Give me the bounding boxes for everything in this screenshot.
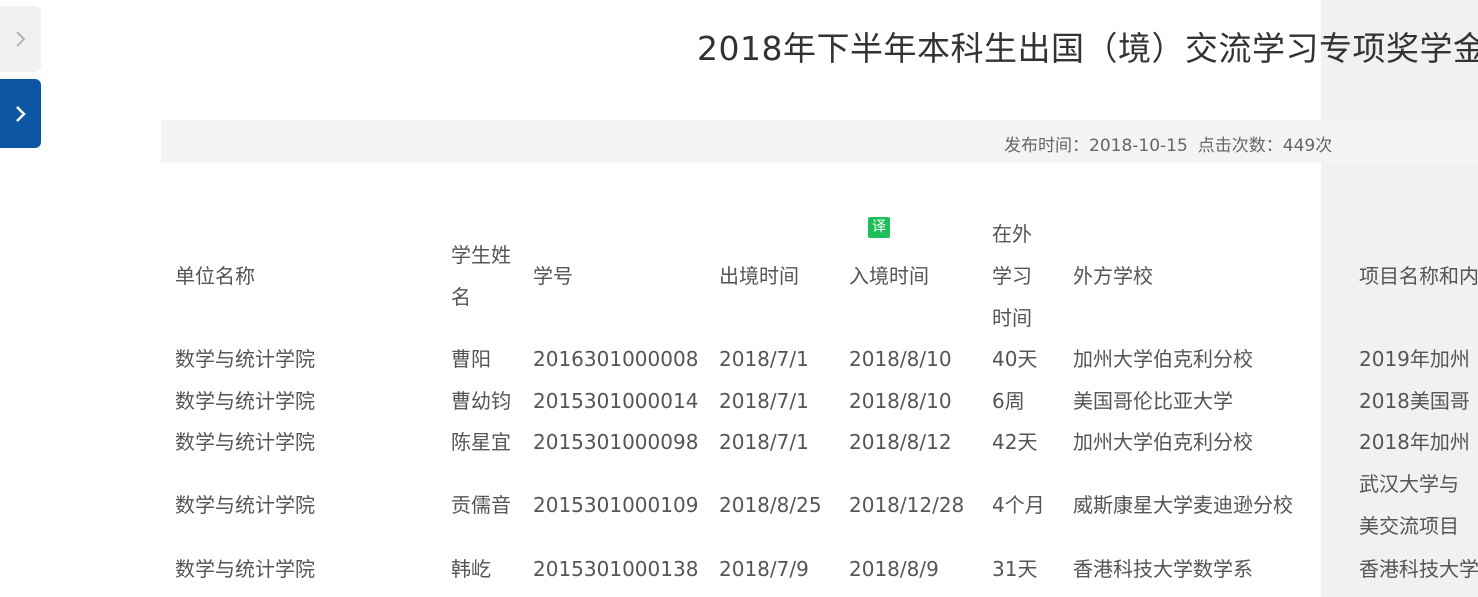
page-title: 2018年下半年本科生出国（境）交流学习专项奖学金	[697, 29, 1478, 68]
table-cell-school: 香港科技大学数学系	[1073, 557, 1253, 581]
header-entry-time: 入境时间	[849, 264, 929, 288]
table-cell-school: 威斯康星大学麦迪逊分校	[1073, 493, 1293, 517]
table-cell-exit: 2018/7/1	[719, 347, 809, 371]
table-cell-id: 2015301000109	[533, 493, 699, 517]
table-cell-entry: 2018/8/12	[849, 430, 952, 454]
table-cell-program: 2019年加州	[1359, 347, 1470, 371]
table-cell-name: 曹幼钧	[451, 389, 511, 413]
header-duration: 在外学习时间	[992, 222, 1032, 330]
table-cell-unit: 数学与统计学院	[175, 347, 315, 371]
header-student-name: 学生姓名	[451, 243, 511, 309]
table-cell-name: 韩屹	[451, 557, 491, 581]
table-cell-duration: 40天	[992, 347, 1038, 371]
table-cell-name: 曹阳	[451, 347, 491, 371]
table-cell-exit: 2018/7/1	[719, 430, 809, 454]
sidebar-next-button[interactable]	[0, 79, 41, 148]
table-cell-name: 陈星宜	[451, 430, 511, 454]
table-cell-entry: 2018/12/28	[849, 493, 965, 517]
header-program: 项目名称和内	[1359, 264, 1478, 288]
header-unit: 单位名称	[175, 264, 255, 288]
header-school: 外方学校	[1073, 264, 1153, 288]
header-student-id: 学号	[533, 264, 573, 288]
table-cell-entry: 2018/8/9	[849, 557, 939, 581]
table-cell-id: 2016301000008	[533, 347, 699, 371]
table-cell-id: 2015301000014	[533, 389, 699, 413]
table-cell-unit: 数学与统计学院	[175, 557, 315, 581]
chevron-right-icon	[15, 30, 27, 48]
header-exit-time: 出境时间	[719, 264, 799, 288]
table-cell-duration: 31天	[992, 557, 1038, 581]
article-meta: 发布时间：2018-10-15 点击次数：449次	[1004, 131, 1332, 156]
chevron-right-icon	[15, 105, 27, 123]
table-cell-entry: 2018/8/10	[849, 347, 952, 371]
table-cell-program: 香港科技大学	[1359, 557, 1478, 581]
table-cell-unit: 数学与统计学院	[175, 493, 315, 517]
table-cell-exit: 2018/7/1	[719, 389, 809, 413]
table-cell-duration: 42天	[992, 430, 1038, 454]
table-cell-school: 加州大学伯克利分校	[1073, 347, 1253, 371]
table-cell-exit: 2018/7/9	[719, 557, 809, 581]
table-cell-id: 2015301000138	[533, 557, 699, 581]
table-cell-duration: 6周	[992, 389, 1025, 413]
table-cell-program: 武汉大学与美交流项目	[1359, 472, 1459, 538]
table-cell-duration: 4个月	[992, 493, 1045, 517]
table-cell-program: 2018美国哥	[1359, 389, 1470, 413]
table-cell-school: 加州大学伯克利分校	[1073, 430, 1253, 454]
publish-date: 发布时间：2018-10-15	[1004, 136, 1188, 156]
table-cell-name: 贡儒音	[451, 493, 511, 517]
table-cell-program: 2018年加州	[1359, 430, 1470, 454]
table-cell-id: 2015301000098	[533, 430, 699, 454]
click-count: 点击次数：449次	[1197, 136, 1333, 156]
table-cell-entry: 2018/8/10	[849, 389, 952, 413]
sidebar-expand-button[interactable]	[0, 6, 41, 72]
table-cell-exit: 2018/8/25	[719, 493, 822, 517]
table-cell-school: 美国哥伦比亚大学	[1073, 389, 1233, 413]
table-cell-unit: 数学与统计学院	[175, 430, 315, 454]
translate-badge[interactable]: 译	[868, 217, 890, 238]
table-cell-unit: 数学与统计学院	[175, 389, 315, 413]
